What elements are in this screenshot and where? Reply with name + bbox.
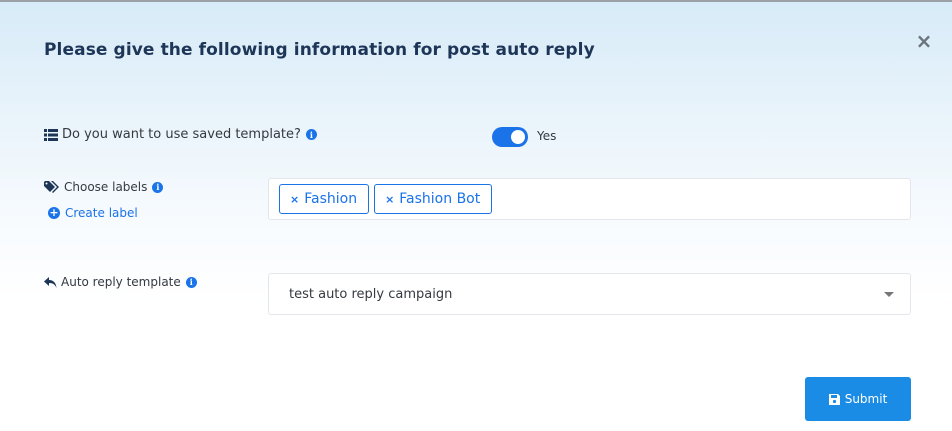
submit-label: Submit [844,392,888,406]
toggle-state-text: Yes [537,129,557,143]
auto-reply-template-select[interactable]: test auto reply campaign [268,273,911,315]
tags-icon [44,181,60,193]
info-icon[interactable]: i [305,129,317,140]
label-tag: × Fashion Bot [374,184,493,214]
saved-template-toggle[interactable] [492,127,528,147]
save-icon [828,393,840,405]
toggle-knob [511,130,525,144]
label-tag: × Fashion [279,184,370,214]
choose-labels-row: Choose labels i [44,180,164,194]
create-label-link[interactable]: + Create label [48,206,138,220]
tag-text: Fashion [304,191,358,207]
modal-title: Please give the following information fo… [44,40,595,60]
saved-template-label: Do you want to use saved template? [62,127,301,142]
auto-reply-template-row: Auto reply template i [44,275,197,289]
saved-template-label-row: Do you want to use saved template? i [44,127,317,142]
create-label-text: Create label [65,206,138,220]
reply-icon [44,276,57,288]
submit-button[interactable]: Submit [805,377,911,421]
labels-multiselect[interactable]: × Fashion × Fashion Bot [268,178,911,220]
plus-circle-icon: + [48,206,60,219]
remove-tag-icon[interactable]: × [290,193,299,206]
selected-template-text: test auto reply campaign [289,286,453,302]
remove-tag-icon[interactable]: × [385,193,394,206]
tag-text: Fashion Bot [399,191,481,207]
close-icon[interactable]: × [914,30,934,52]
auto-reply-modal: Please give the following information fo… [0,0,952,431]
list-icon [44,128,58,141]
auto-reply-template-label: Auto reply template [61,275,181,289]
chevron-down-icon [884,292,894,297]
info-icon[interactable]: i [152,181,164,193]
choose-labels-label: Choose labels [64,180,148,194]
info-icon[interactable]: i [185,276,197,288]
